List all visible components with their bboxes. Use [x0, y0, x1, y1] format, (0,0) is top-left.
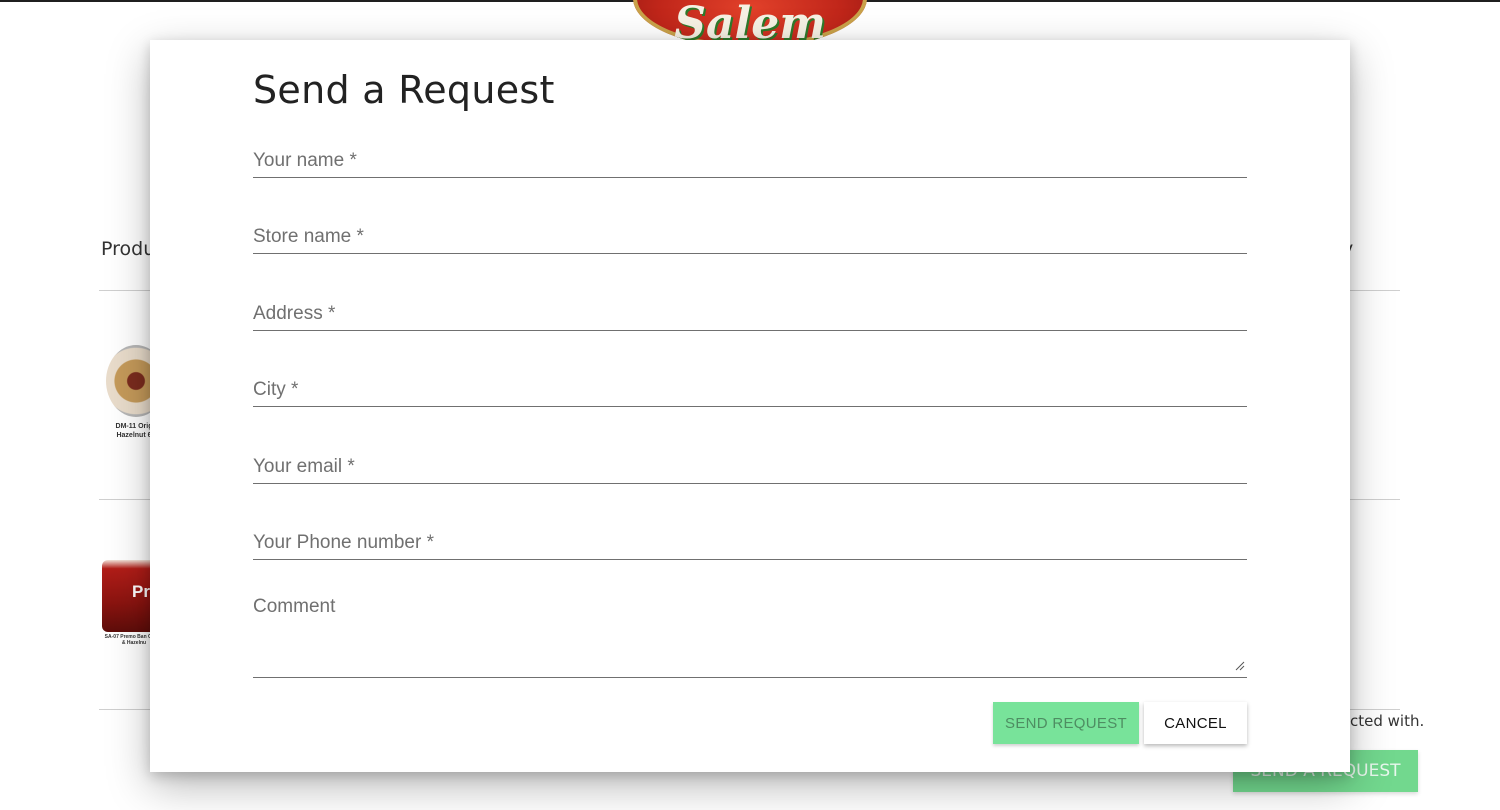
store-name-input[interactable]: [253, 214, 1247, 253]
column-header-product: Produ: [101, 238, 156, 260]
address-field-wrapper: [253, 291, 1247, 331]
cancel-button[interactable]: CANCEL: [1144, 702, 1247, 744]
city-field-wrapper: [253, 367, 1247, 407]
send-request-button[interactable]: SEND REQUEST: [993, 702, 1139, 744]
comment-field-wrapper: [253, 588, 1247, 678]
dialog-title: Send a Request: [253, 68, 555, 112]
background-note: cted with.: [1350, 712, 1425, 730]
email-input[interactable]: [253, 444, 1247, 483]
resize-handle-icon[interactable]: [1235, 661, 1245, 671]
comment-textarea[interactable]: [253, 588, 1247, 677]
name-field-wrapper: [253, 138, 1247, 178]
phone-input[interactable]: [253, 520, 1247, 559]
address-input[interactable]: [253, 291, 1247, 330]
product-image-badge: Pr: [132, 582, 150, 601]
name-input[interactable]: [253, 138, 1247, 177]
city-input[interactable]: [253, 367, 1247, 406]
phone-field-wrapper: [253, 520, 1247, 560]
store-field-wrapper: [253, 214, 1247, 254]
email-field-wrapper: [253, 444, 1247, 484]
request-dialog: Send a Request SEND REQUEST CANCEL: [150, 40, 1350, 772]
